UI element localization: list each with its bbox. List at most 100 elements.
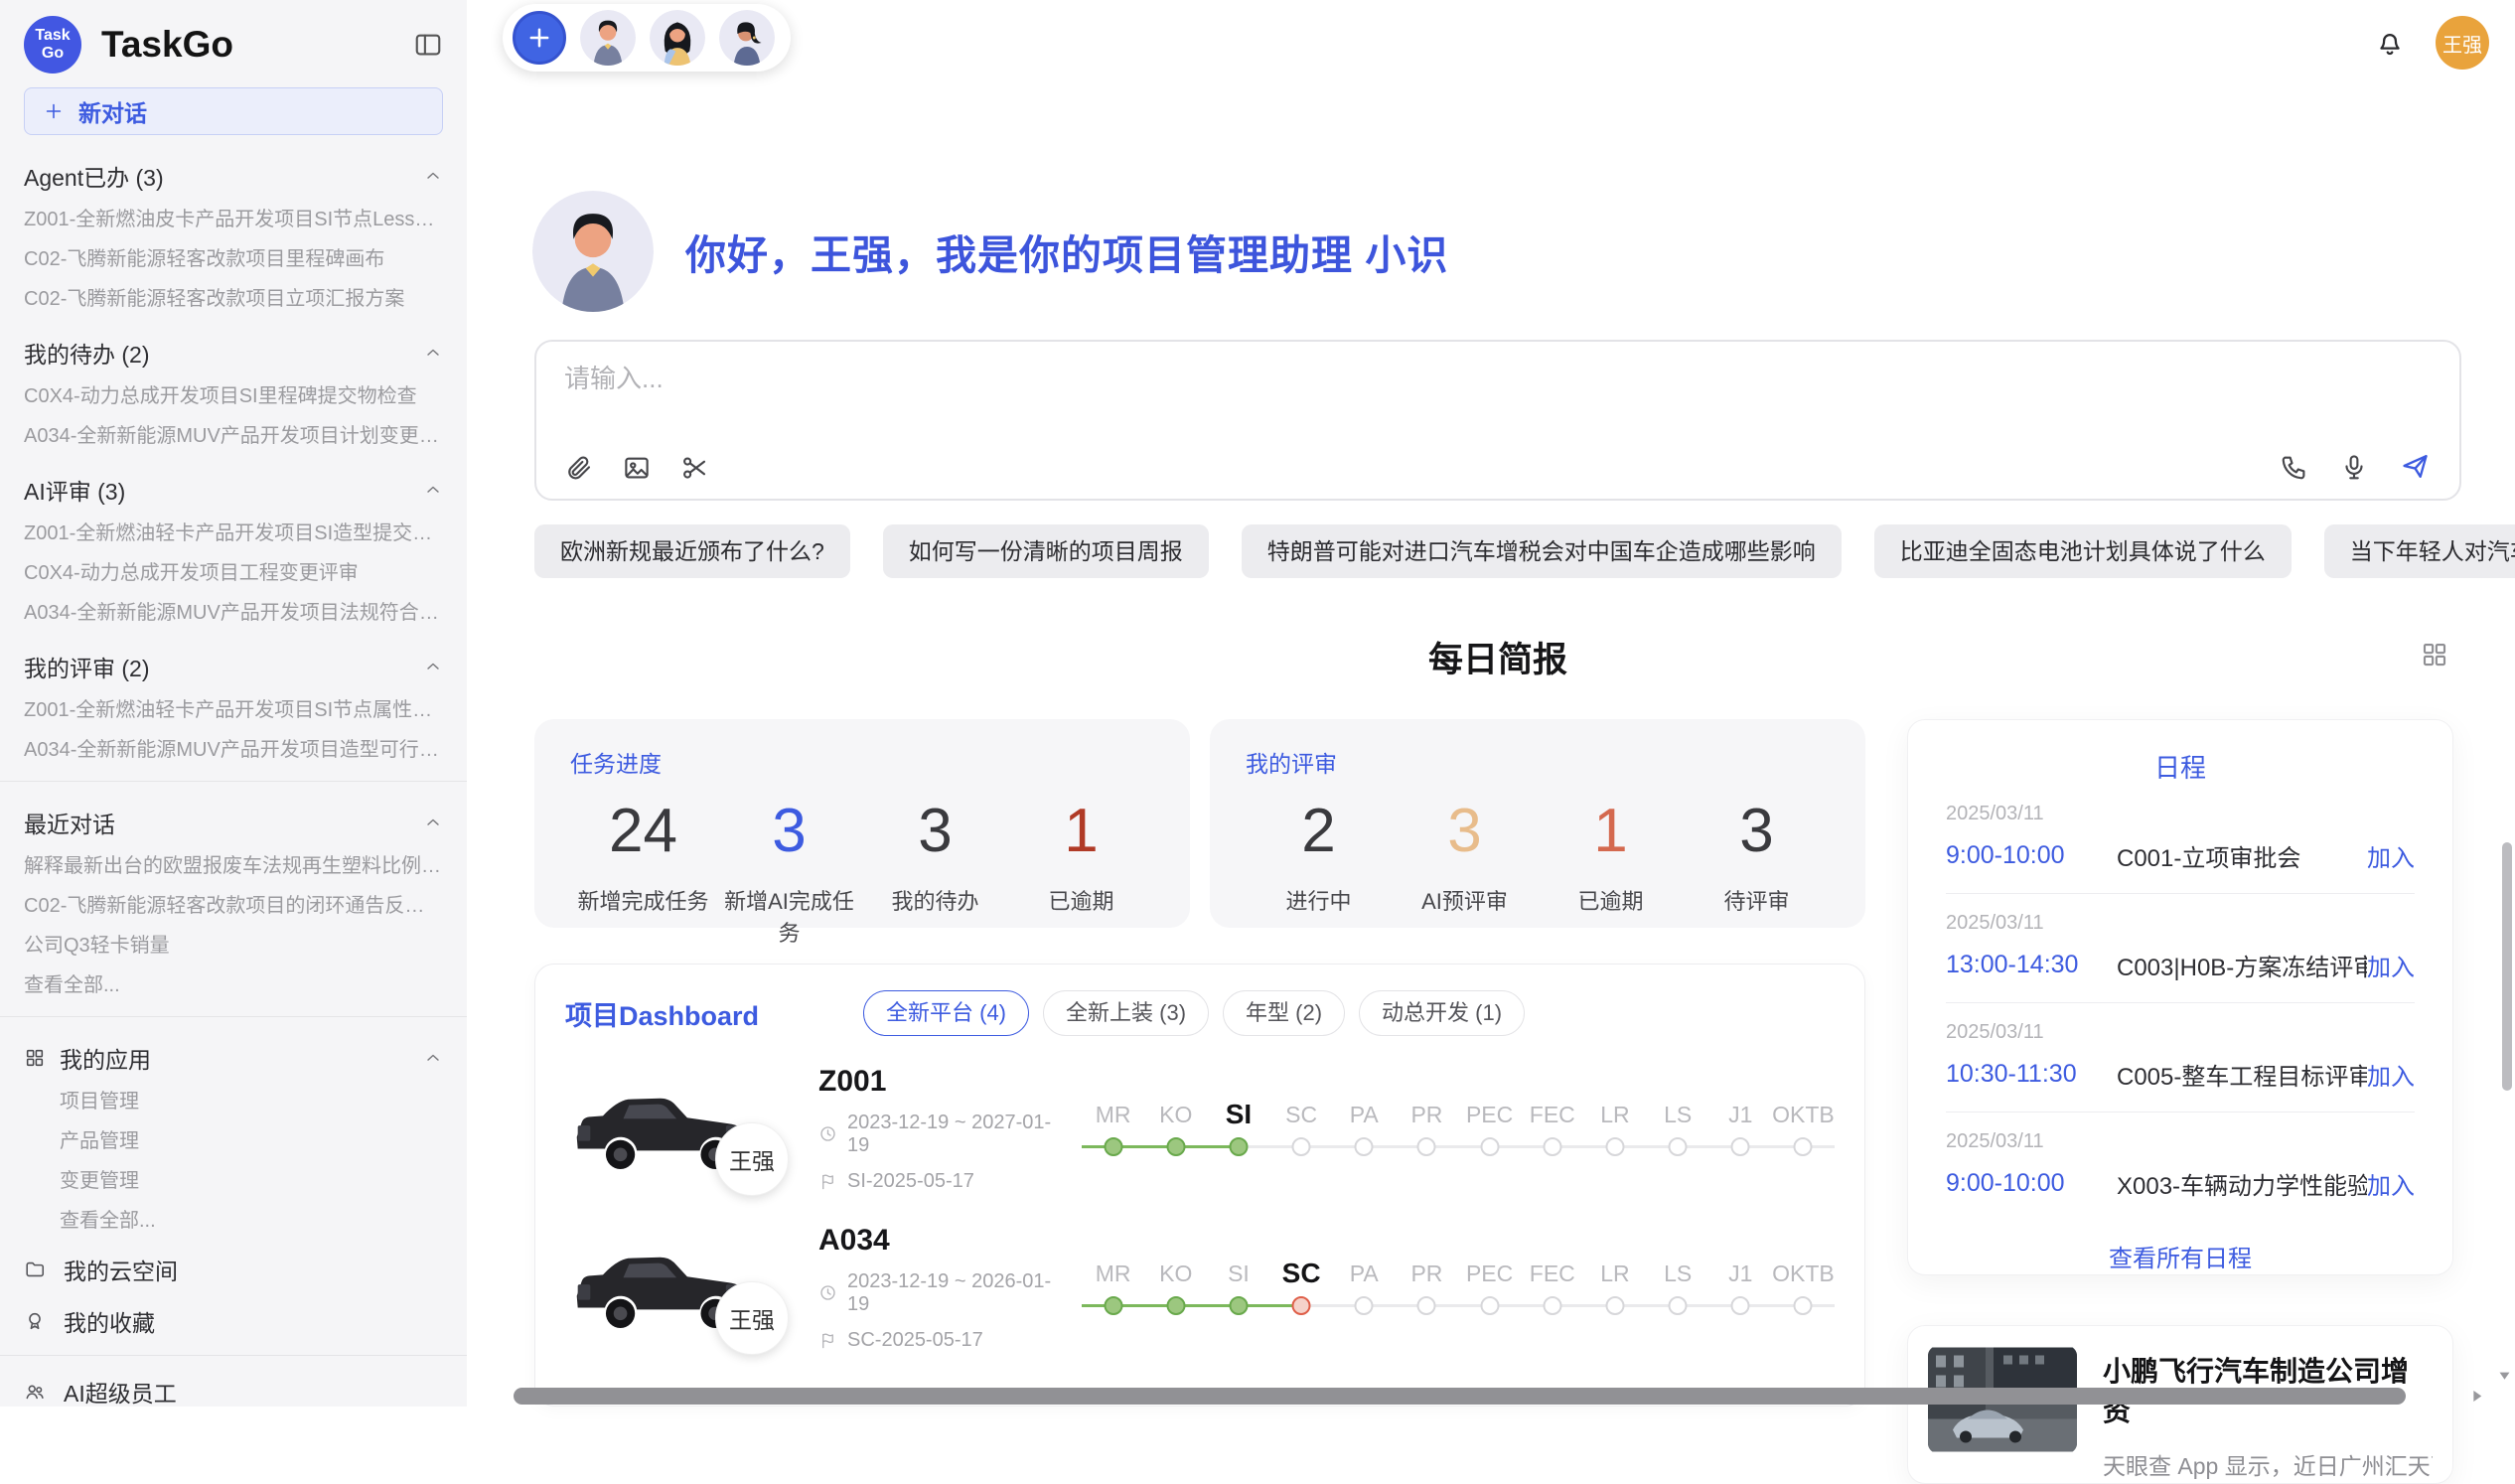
milestone-dot[interactable] [1480,1296,1499,1315]
sidebar-app-item[interactable]: 查看全部... [24,1208,443,1234]
milestone-dot[interactable] [1731,1296,1750,1315]
stats-card-title: 任务进度 [570,745,1154,779]
mic-icon[interactable] [2339,452,2369,482]
milestone-dot[interactable] [1417,1296,1436,1315]
milestone: MR [1082,1098,1144,1159]
image-icon[interactable] [622,453,652,483]
news-card[interactable]: 小鹏飞行汽车制造公司增资 天眼查 App 显示，近日广州汇天飞行汽... [1907,1325,2453,1484]
suggestion-chip[interactable]: 特朗普可能对进口汽车增税会对中国车企造成哪些影响 [1242,524,1842,578]
sidebar-app-item[interactable]: 项目管理 [24,1089,443,1114]
horizontal-scrollbar[interactable] [514,1388,2406,1405]
notification-bell-icon[interactable] [2374,27,2406,59]
milestone-dot[interactable] [1166,1137,1185,1156]
vertical-scrollbar[interactable] [2502,842,2512,1091]
sidebar-item[interactable]: Z001-全新燃油轻卡产品开发项目SI造型提交物评审 [24,520,443,546]
suggestion-chips: 欧洲新规最近颁布了什么? 如何写一份清晰的项目周报特朗普可能对进口汽车增税会对中国… [534,524,2461,578]
milestone-dot[interactable] [1104,1296,1122,1315]
sidebar-item-我的收藏[interactable]: 我的收藏 [24,1305,443,1337]
suggestion-chip[interactable]: 如何写一份清晰的项目周报 [883,524,1209,578]
sidebar-item[interactable]: A034-全新新能源MUV产品开发项目计划变更表编写 [24,423,443,449]
milestone-line [1270,1135,1333,1159]
scroll-right-icon[interactable] [2467,1387,2486,1406]
milestone-dot[interactable] [1605,1296,1624,1315]
sidebar-item[interactable]: A034-全新新能源MUV产品开发项目法规符合性评审 [24,600,443,626]
sidebar-item[interactable]: C0X4-动力总成开发项目工程变更评审 [24,560,443,586]
sidebar-item[interactable]: C02-飞腾新能源轻客改款项目里程碑画布 [24,246,443,272]
milestone-dot[interactable] [1605,1137,1624,1156]
sidebar-item[interactable]: C02-飞腾新能源轻客改款项目立项汇报方案 [24,286,443,312]
phone-icon[interactable] [2280,452,2309,482]
milestone-dot[interactable] [1794,1137,1813,1156]
paperclip-icon[interactable] [564,453,594,483]
stat-label: 新增完成任务 [570,884,716,916]
composer-send-tools [2280,450,2432,483]
suggestion-chip[interactable]: 比亚迪全固态电池计划具体说了什么 [1874,524,2292,578]
send-icon[interactable] [2399,450,2432,483]
milestone-dot[interactable] [1794,1296,1813,1315]
milestone-line [1144,1135,1207,1159]
sidebar-item[interactable]: Z001-全新燃油轻卡产品开发项目SI节点属性5D文件评审 [24,697,443,723]
sidebar-section-header[interactable]: AI评审 (3) [24,473,443,507]
sidebar-section-header[interactable]: 我的评审 (2) [24,650,443,683]
event-join-link[interactable]: 加入 [2367,948,2415,982]
sidebar-item[interactable]: Z001-全新燃油皮卡产品开发项目SI节点Lesson Learn报告 [24,207,443,232]
event-join-link[interactable]: 加入 [2367,1166,2415,1201]
milestone-dot[interactable] [1543,1296,1561,1315]
new-chat-button[interactable]: 新对话 [24,87,443,135]
sidebar-item-我的云空间[interactable]: 我的云空间 [24,1254,443,1285]
event-join-link[interactable]: 加入 [2367,1057,2415,1092]
suggestion-chip[interactable]: 欧洲新规最近颁布了什么? [534,524,850,578]
sidebar-item[interactable]: A034-全新新能源MUV产品开发项目造型可行性评审 [24,737,443,763]
sidebar-item[interactable]: C02-飞腾新能源轻客改款项目的闭环通告反馈情况 [24,893,443,919]
milestone-dot[interactable] [1292,1137,1311,1156]
sidebar-item[interactable]: 公司Q3轻卡销量 [24,933,443,959]
stat-item: 1已逾期 [1538,793,1684,916]
sidebar-section-header[interactable]: Agent已办 (3) [24,159,443,193]
user-avatar[interactable]: 王强 [2436,16,2489,70]
avatar-male[interactable] [580,10,636,66]
milestone-dot[interactable] [1417,1137,1436,1156]
milestone-dot[interactable] [1543,1137,1561,1156]
collapse-sidebar-icon[interactable] [413,30,443,60]
milestone-dot[interactable] [1166,1296,1185,1315]
avatar-female-long-hair[interactable] [650,10,705,66]
milestone-dot[interactable] [1355,1296,1374,1315]
event-join-link[interactable]: 加入 [2367,838,2415,873]
sidebar-app-item[interactable]: 变更管理 [24,1168,443,1194]
milestone-dot[interactable] [1104,1137,1122,1156]
milestone-dot[interactable] [1229,1137,1248,1156]
milestone-label: OKTB [1772,1098,1835,1135]
avatar-female-ponytail[interactable] [719,10,775,66]
users-icon [24,1381,46,1403]
sidebar-item[interactable]: C0X4-动力总成开发项目SI里程碑提交物检查 [24,383,443,409]
sidebar-section-header[interactable]: 我的应用 [24,1041,443,1075]
suggestion-chip[interactable]: 当下年轻人对汽车外观有怎样的喜好趋势 [2324,524,2515,578]
milestone-dot[interactable] [1355,1137,1374,1156]
assistant-avatars [580,10,775,66]
milestone-dot[interactable] [1731,1137,1750,1156]
milestone-dot[interactable] [1229,1296,1248,1315]
sidebar-item[interactable]: 查看全部... [24,972,443,998]
sidebar-section-header[interactable]: 我的待办 (2) [24,336,443,370]
milestone-dot[interactable] [1669,1137,1688,1156]
message-input[interactable] [564,364,2432,394]
sidebar-item[interactable]: 解释最新出台的欧盟报废车法规再生塑料比例被调至15%... [24,853,443,879]
sidebar-item-AI超级员工[interactable]: AI超级员工 [24,1376,443,1407]
dashboard-tab[interactable]: 动总开发 (1) [1359,990,1525,1036]
event-date: 2025/03/11 [1946,1021,2415,1044]
add-assistant-button[interactable] [513,11,566,65]
dashboard-tab[interactable]: 全新平台 (4) [863,990,1029,1036]
milestone: PA [1333,1257,1396,1318]
milestone-label: MR [1082,1257,1144,1294]
view-all-schedule-link[interactable]: 查看所有日程 [1946,1239,2415,1273]
milestone-dot[interactable] [1480,1137,1499,1156]
layout-grid-icon[interactable] [2420,640,2449,669]
milestone-dot[interactable] [1292,1296,1311,1315]
scroll-down-icon[interactable] [2496,1367,2513,1384]
milestone-dot[interactable] [1669,1296,1688,1315]
dashboard-tab[interactable]: 全新上装 (3) [1043,990,1209,1036]
sidebar-app-item[interactable]: 产品管理 [24,1128,443,1154]
dashboard-tab[interactable]: 年型 (2) [1223,990,1345,1036]
scissors-icon[interactable] [679,453,709,483]
sidebar-section-header[interactable]: 最近对话 [24,806,443,839]
